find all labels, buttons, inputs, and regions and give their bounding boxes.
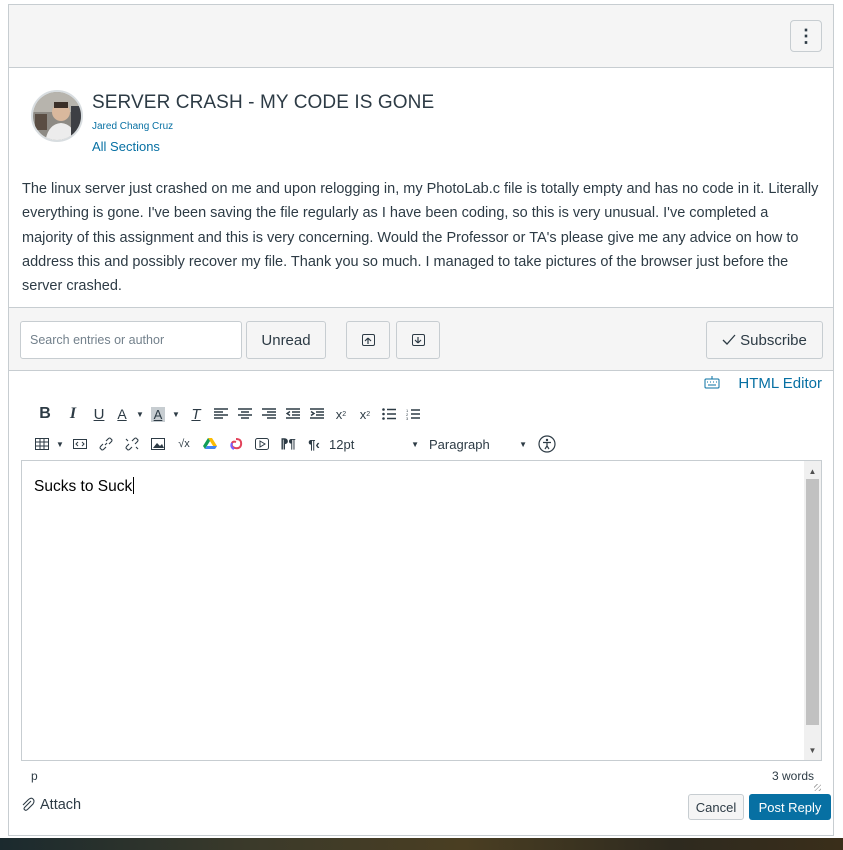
indent-icon [310, 408, 324, 419]
attach-button[interactable]: Attach [20, 797, 81, 813]
background-color-button[interactable]: A [147, 403, 169, 425]
kebab-icon: ⋮ [797, 25, 815, 46]
element-path[interactable]: p [31, 769, 38, 783]
editor-content[interactable]: Sucks to Suck [34, 477, 135, 496]
word-count: 3 words [771, 769, 814, 783]
table-button[interactable] [31, 433, 53, 455]
block-format-value: Paragraph [429, 436, 490, 452]
keyboard-icon[interactable] [704, 375, 720, 392]
align-right-button[interactable] [257, 403, 281, 425]
google-drive-icon [203, 438, 217, 449]
outdent-button[interactable] [281, 403, 305, 425]
post-reply-button[interactable]: Post Reply [749, 794, 831, 820]
superscript-button[interactable]: x2 [329, 403, 353, 425]
table-dropdown-icon[interactable]: ▼ [53, 433, 67, 455]
font-size-select[interactable]: 12pt ▼ [327, 433, 427, 455]
equation-button[interactable]: √x [171, 433, 197, 455]
format-toolbar-row-2: ▼ √x ⁋¶ ¶‹ 12pt ▼ Paragraph ▼ [31, 433, 559, 455]
sections-link[interactable]: All Sections [92, 139, 160, 154]
block-format-dropdown-icon: ▼ [519, 439, 527, 449]
author-link[interactable]: Jared Chang Cruz [92, 121, 173, 132]
align-center-button[interactable] [233, 403, 257, 425]
bullet-list-icon [382, 408, 396, 420]
link-icon [99, 437, 113, 451]
align-left-icon [214, 408, 228, 419]
image-icon [151, 438, 165, 450]
numbered-list-button[interactable]: 123 [401, 403, 425, 425]
spiral-tool-icon [230, 438, 243, 450]
align-right-icon [262, 408, 276, 419]
resize-grip-icon[interactable] [814, 784, 821, 791]
expand-threads-button[interactable] [396, 321, 440, 359]
collapse-icon [361, 334, 375, 346]
more-options-button[interactable]: ⋮ [790, 20, 822, 52]
avatar-photo-icon [33, 92, 81, 140]
scroll-thumb[interactable] [806, 479, 819, 725]
embed-media-button[interactable] [67, 433, 93, 455]
bold-button[interactable]: B [31, 403, 59, 425]
paperclip-icon [22, 797, 35, 811]
video-icon [255, 438, 269, 450]
subscribe-button[interactable]: Subscribe [706, 321, 823, 359]
editor-scrollbar[interactable]: ▲ ▼ [804, 461, 821, 760]
attach-label: Attach [40, 797, 82, 813]
svg-text:3: 3 [406, 416, 409, 420]
font-size-value: 12pt [329, 436, 355, 452]
accessibility-icon [538, 435, 556, 453]
checkmark-icon [722, 332, 736, 349]
accessibility-checker-button[interactable] [535, 433, 559, 455]
office-365-button[interactable] [223, 433, 249, 455]
indent-button[interactable] [305, 403, 329, 425]
subscript-button[interactable]: x2 [353, 403, 377, 425]
media-embed-icon [73, 439, 87, 449]
scroll-down-icon[interactable]: ▼ [804, 742, 821, 758]
scroll-up-icon[interactable]: ▲ [804, 463, 821, 479]
format-toolbar-row-1: B I U A ▼ A ▼ T x2 x 2 1 2 3 [31, 403, 425, 425]
discussion-frame: ⋮ SERVER CRASH - MY CODE IS GONE Jared C… [8, 4, 834, 836]
align-center-icon [238, 408, 252, 419]
numbered-list-icon: 123 [406, 408, 420, 420]
background-color-dropdown-icon[interactable]: ▼ [169, 403, 183, 425]
italic-button[interactable]: I [59, 403, 87, 425]
outdent-icon [286, 408, 300, 419]
rich-editor-toolbar: HTML Editor B I U A ▼ A ▼ T x 2 x 2 1 2 … [9, 371, 833, 461]
discussion-toolbar: Search entries or author Unread Subscrib… [9, 307, 833, 371]
avatar[interactable] [31, 90, 83, 142]
block-format-select[interactable]: Paragraph ▼ [427, 433, 535, 455]
reply-editor[interactable]: Sucks to Suck ▲ ▼ [21, 460, 822, 761]
clear-formatting-button[interactable]: T [183, 403, 209, 425]
unread-button[interactable]: Unread [246, 321, 326, 359]
cancel-button[interactable]: Cancel [688, 794, 744, 820]
ltr-paragraph-button[interactable]: ⁋¶ [275, 433, 301, 455]
font-size-dropdown-icon: ▼ [411, 439, 419, 449]
insert-link-button[interactable] [93, 433, 119, 455]
post-title: SERVER CRASH - MY CODE IS GONE [92, 92, 435, 113]
post-body: The linux server just crashed on me and … [22, 181, 819, 295]
html-editor-toggle[interactable]: HTML Editor [704, 375, 822, 392]
text-caret [133, 477, 135, 494]
expand-icon [411, 334, 425, 346]
text-color-dropdown-icon[interactable]: ▼ [133, 403, 147, 425]
desktop-background-strip [0, 838, 843, 850]
html-editor-label[interactable]: HTML Editor [738, 375, 822, 392]
discussion-topbar: ⋮ [9, 5, 833, 68]
unlink-icon [125, 437, 139, 451]
highlight-icon: A [150, 406, 166, 422]
search-input[interactable]: Search entries or author [20, 321, 242, 359]
bullet-list-button[interactable] [377, 403, 401, 425]
collapse-threads-button[interactable] [346, 321, 390, 359]
text-color-button[interactable]: A [111, 403, 133, 425]
align-left-button[interactable] [209, 403, 233, 425]
remove-link-button[interactable] [119, 433, 145, 455]
underline-button[interactable]: U [87, 403, 111, 425]
table-icon [35, 438, 49, 450]
editor-text: Sucks to Suck [34, 478, 133, 495]
subscribe-label: Subscribe [740, 331, 807, 349]
rtl-paragraph-button[interactable]: ¶‹ [301, 433, 327, 455]
google-drive-button[interactable] [197, 433, 223, 455]
insert-image-button[interactable] [145, 433, 171, 455]
media-button[interactable] [249, 433, 275, 455]
